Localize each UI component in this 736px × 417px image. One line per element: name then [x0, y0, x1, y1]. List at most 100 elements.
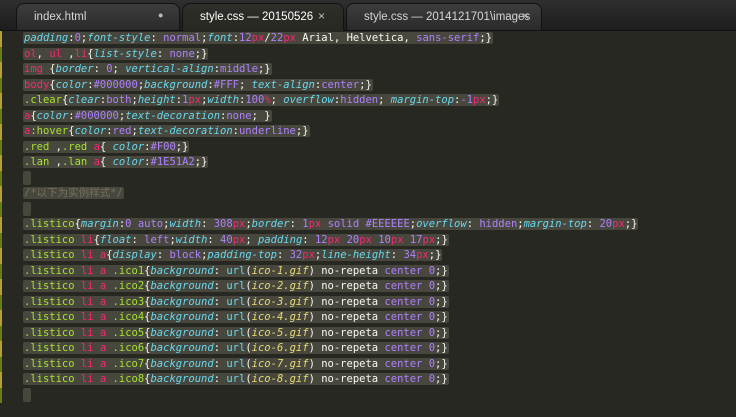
code-token: text-align — [251, 78, 315, 91]
code-line[interactable]: .listico li a .ico1{background: url(ico-… — [0, 263, 736, 279]
line-marker — [0, 217, 2, 233]
code-token: px — [188, 94, 202, 106]
code-token: underline — [238, 125, 296, 137]
code-token: auto — [137, 218, 164, 230]
code-token: ;} — [428, 249, 442, 261]
code-token: px — [232, 218, 246, 230]
code-token: ) — [308, 280, 322, 292]
tab-index-html[interactable]: index.html ● — [16, 3, 180, 30]
code-line[interactable] — [0, 387, 736, 403]
code-token: px — [416, 249, 429, 261]
line-marker — [0, 46, 2, 62]
code-token: center — [384, 264, 423, 277]
code-token: ;} — [435, 357, 448, 370]
tab-style-css-2014121701[interactable]: style.css — 2014121701\images × — [346, 3, 542, 30]
code-line[interactable] — [0, 170, 736, 186]
code-token: background — [150, 373, 214, 385]
tab-bar: index.html ● style.css — 2014121701\imag… — [0, 0, 736, 31]
code-line[interactable]: ol, ul ,li{list-style: none;} — [0, 46, 736, 62]
code-token: color — [112, 140, 145, 153]
code-line[interactable]: .listico li a .ico6{background: url(ico-… — [0, 341, 736, 357]
code-token: : — [466, 218, 480, 230]
selection-highlight: .listico li a .ico4{background: url(ico-… — [23, 311, 449, 323]
code-token: color — [36, 109, 69, 122]
code-token: background — [144, 78, 208, 91]
code-token: center — [384, 280, 423, 292]
code-line[interactable]: a:hover{color:red;text-decoration:underl… — [0, 124, 736, 140]
code-token: Helvetica — [346, 32, 404, 44]
code-line[interactable]: .listico li a .ico5{background: url(ico-… — [0, 325, 736, 341]
code-line[interactable]: a{color:#000000;text-decoration:none; } — [0, 108, 736, 124]
code-line[interactable]: .listico li a{display: block;padding-top… — [0, 248, 736, 264]
code-line[interactable]: img {border: 0; vertical-align:middle;} — [0, 62, 736, 78]
line-marker — [0, 124, 2, 140]
code-token: .listico — [24, 373, 75, 385]
code-token: ;} — [435, 311, 448, 323]
code-token: 308 — [213, 218, 233, 230]
selection-highlight — [23, 201, 31, 216]
code-line[interactable]: .listico{margin:0 auto;width: 308px;bord… — [0, 217, 736, 233]
code-token: px — [612, 218, 625, 230]
code-line[interactable]: .listico li{float: left;width: 40px; pad… — [0, 232, 736, 248]
code-token: url — [226, 311, 246, 323]
code-line[interactable]: padding:0;font-style: normal;font:12px/2… — [0, 31, 736, 47]
selection-highlight: .listico li a .ico3{background: url(ico-… — [23, 295, 449, 308]
code-token: ) — [308, 264, 322, 277]
code-token: ;} — [295, 125, 309, 137]
code-token: 34 — [403, 249, 417, 261]
code-token: : — [586, 218, 600, 230]
code-token: :hover — [30, 125, 69, 137]
code-token: .listico — [24, 233, 75, 246]
code-token: ico-3.gif — [251, 295, 309, 308]
code-line[interactable]: .listico li a .ico2{background: url(ico-… — [0, 279, 736, 295]
code-token: .ico4 — [112, 311, 145, 323]
code-token: center — [384, 295, 423, 308]
code-line[interactable]: .listico li a .ico7{background: url(ico-… — [0, 356, 736, 372]
selection-highlight: .listico li a .ico5{background: url(ico-… — [23, 326, 449, 339]
tab-style-css-20150526[interactable]: style.css — 20150526 × — [182, 3, 344, 31]
code-line[interactable] — [0, 201, 736, 217]
code-token: color — [55, 78, 88, 91]
code-editor[interactable]: padding:0;font-style: normal;font:12px/2… — [0, 31, 736, 417]
line-marker — [0, 279, 2, 295]
code-line[interactable]: .clear{clear:both;height:1px;width:100%;… — [0, 93, 736, 109]
code-line[interactable]: .listico li a .ico3{background: url(ico-… — [0, 294, 736, 310]
code-token: padding — [258, 233, 303, 246]
code-token: none — [169, 47, 195, 60]
code-token: li — [80, 311, 94, 323]
code-token: background — [150, 357, 214, 370]
close-icon[interactable]: × — [318, 9, 325, 23]
code-line[interactable]: .red ,.red a{ color:#F00;} — [0, 139, 736, 155]
code-token: , — [49, 156, 62, 168]
code-token: , — [36, 47, 50, 60]
line-marker — [0, 372, 2, 388]
code-token: px — [359, 233, 372, 246]
code-token: both — [106, 94, 132, 106]
unsaved-dot-icon[interactable]: ● — [158, 10, 163, 20]
code-line[interactable]: .listico li a .ico4{background: url(ico-… — [0, 310, 736, 326]
code-token: #1E51A2 — [150, 156, 195, 168]
code-token: ;} — [485, 94, 499, 106]
code-token: no-repeta — [321, 311, 379, 323]
code-token: px — [473, 94, 486, 106]
line-marker — [0, 31, 2, 47]
code-token: { — [99, 140, 113, 153]
code-line[interactable]: .lan ,.lan a{ color:#1E51A2;} — [0, 155, 736, 171]
code-token: ol — [24, 47, 37, 60]
code-token: block — [169, 249, 202, 261]
code-token: clear — [68, 94, 100, 106]
code-token: background — [150, 280, 214, 292]
code-line[interactable]: .listico li a .ico8{background: url(ico-… — [0, 372, 736, 388]
code-token: .listico — [24, 264, 75, 277]
code-token: { — [99, 156, 113, 168]
code-line[interactable]: body{color:#000000;background:#FFF; text… — [0, 77, 736, 93]
code-token: hidden — [479, 218, 518, 230]
code-token: px — [283, 32, 296, 44]
code-token: margin — [80, 218, 119, 230]
code-token: ;} — [624, 218, 638, 230]
close-icon[interactable]: × — [522, 9, 529, 23]
code-token: 12 — [314, 233, 328, 246]
tab-label: style.css — 20150526 — [200, 11, 314, 23]
code-token: .ico8 — [112, 373, 145, 385]
code-line[interactable]: /*以下为实例样式*/ — [0, 186, 736, 202]
